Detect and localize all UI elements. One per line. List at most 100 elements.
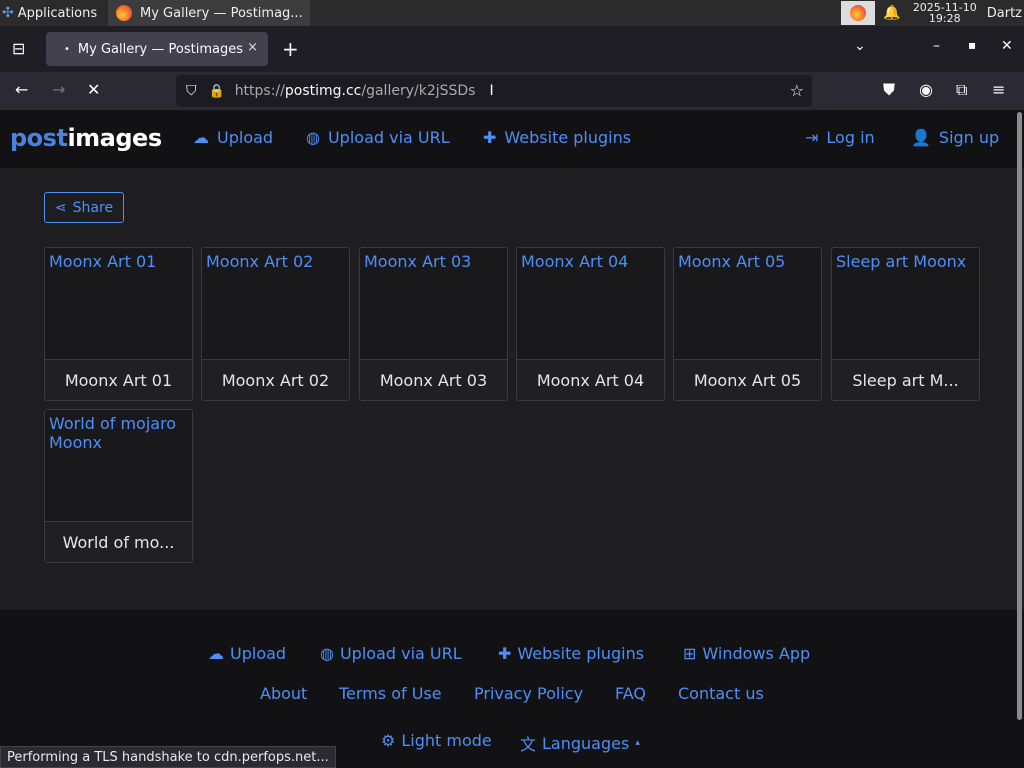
user-name[interactable]: Dartz <box>987 6 1024 21</box>
bell-icon[interactable]: 🔔 <box>883 5 900 21</box>
caret-up-icon: ▴ <box>635 738 640 748</box>
nav-upload-label: Upload <box>217 128 274 147</box>
gallery-card[interactable]: Moonx Art 05 Moonx Art 05 <box>673 247 822 401</box>
stop-loading-icon[interactable]: ✕ <box>87 80 100 99</box>
logo-images: images <box>67 124 162 152</box>
window-title: My Gallery — Postimag... <box>140 5 303 21</box>
back-arrow-icon[interactable]: ← <box>15 80 28 99</box>
logo-post: post <box>10 124 68 152</box>
tab-overview-icon[interactable]: ⊟ <box>12 39 25 58</box>
applications-menu[interactable]: ✣ Applications <box>0 0 97 26</box>
gear-icon: ⚙ <box>381 731 396 750</box>
nav-signup[interactable]: 👤 Sign up <box>911 128 999 147</box>
footer-terms[interactable]: Terms of Use <box>339 684 442 703</box>
footer-contact[interactable]: Contact us <box>678 684 764 703</box>
browser-tab-strip: ⊟ • My Gallery — Postimages × + ⌄ – ▪ ✕ <box>0 26 1024 72</box>
image-thumbnail[interactable]: Moonx Art 05 <box>674 248 821 359</box>
nav-upload[interactable]: ☁ Upload <box>193 128 273 147</box>
extensions-icon[interactable]: ⧉ <box>956 80 967 100</box>
gallery-card[interactable]: Moonx Art 04 Moonx Art 04 <box>516 247 665 401</box>
tab-close-icon[interactable]: × <box>247 40 258 55</box>
image-thumbnail[interactable]: Moonx Art 02 <box>202 248 349 359</box>
image-caption[interactable]: World of mo... <box>45 521 192 562</box>
clock[interactable]: 2025-11-10 19:28 <box>913 2 977 24</box>
apps-icon: ✣ <box>2 5 14 21</box>
footer-upload-url-label: Upload via URL <box>339 644 462 663</box>
user-icon: 👤 <box>911 128 931 147</box>
tab-title: My Gallery — Postimages <box>77 41 243 57</box>
share-button[interactable]: ⋖ Share <box>44 192 124 223</box>
cloud-upload-icon: ☁ <box>193 128 209 147</box>
footer-plugins[interactable]: ✚ Website plugins <box>498 644 644 663</box>
image-caption[interactable]: Moonx Art 02 <box>202 359 349 400</box>
tab-list-chevron-icon[interactable]: ⌄ <box>854 38 866 54</box>
site-footer: ☁ Upload ◍ Upload via URL ✚ Website plug… <box>0 610 1024 768</box>
nav-login[interactable]: ⇥ Log in <box>805 128 875 147</box>
footer-about[interactable]: About <box>260 684 307 703</box>
footer-faq[interactable]: FAQ <box>615 684 646 703</box>
footer-plugins-label: Website plugins <box>517 644 645 663</box>
image-caption[interactable]: Moonx Art 01 <box>45 359 192 400</box>
site-logo[interactable]: postimages <box>10 124 162 152</box>
gallery-card[interactable]: Moonx Art 01 Moonx Art 01 <box>44 247 193 401</box>
footer-languages[interactable]: 文 Languages ▴ <box>520 731 640 755</box>
system-tray: 🔔 2025-11-10 19:28 Dartz <box>841 0 1024 26</box>
image-thumbnail[interactable]: World of mojaro Moonx <box>45 410 192 521</box>
gallery-card[interactable]: Sleep art Moonx Sleep art M... <box>831 247 980 401</box>
page-scrollbar[interactable] <box>1017 112 1022 720</box>
footer-windows-app[interactable]: ⊞ Windows App <box>683 644 810 663</box>
footer-languages-label: Languages <box>542 733 630 753</box>
bookmark-star-icon[interactable]: ☆ <box>790 81 804 100</box>
new-tab-icon[interactable]: + <box>282 37 299 61</box>
os-taskbar: ✣ Applications My Gallery — Postimag... … <box>0 0 1024 26</box>
taskbar-window-button[interactable]: My Gallery — Postimag... <box>108 0 310 26</box>
image-caption[interactable]: Moonx Art 04 <box>517 359 664 400</box>
image-thumbnail[interactable]: Moonx Art 03 <box>360 248 507 359</box>
puzzle-icon: ✚ <box>483 128 497 147</box>
share-label: Share <box>72 199 114 216</box>
footer-windows-app-label: Windows App <box>702 644 811 663</box>
footer-light-mode[interactable]: ⚙ Light mode <box>381 731 492 750</box>
nav-plugins[interactable]: ✚ Website plugins <box>483 128 631 147</box>
image-caption[interactable]: Sleep art M... <box>832 359 979 400</box>
image-thumbnail[interactable]: Sleep art Moonx <box>832 248 979 359</box>
share-icon: ⋖ <box>54 199 67 216</box>
minimize-icon[interactable]: – <box>933 38 940 54</box>
browser-tab[interactable]: • My Gallery — Postimages × <box>46 32 268 66</box>
windows-icon: ⊞ <box>683 644 697 663</box>
url-path: /gallery/k2jSSDs <box>361 83 476 99</box>
footer-upload-url[interactable]: ◍ Upload via URL <box>320 644 462 663</box>
nav-signup-label: Sign up <box>938 128 1000 147</box>
browser-status-bar: Performing a TLS handshake to cdn.perfop… <box>0 746 336 768</box>
tracking-shield-icon[interactable]: ⛉ <box>186 83 197 99</box>
text-cursor-icon: I <box>489 83 494 99</box>
url-text[interactable]: https://postimg.cc/gallery/k2jSSDs <box>235 83 476 99</box>
tray-firefox-icon[interactable] <box>841 1 876 25</box>
url-domain: postimg.cc <box>284 83 362 99</box>
nav-upload-url[interactable]: ◍ Upload via URL <box>306 128 450 147</box>
footer-privacy[interactable]: Privacy Policy <box>474 684 583 703</box>
footer-upload[interactable]: ☁ Upload <box>208 644 286 663</box>
image-caption[interactable]: Moonx Art 03 <box>360 359 507 400</box>
menu-icon[interactable]: ≡ <box>992 80 1005 99</box>
translate-icon: 文 <box>520 735 537 754</box>
image-caption[interactable]: Moonx Art 05 <box>674 359 821 400</box>
close-window-icon[interactable]: ✕ <box>1001 38 1013 54</box>
browser-nav-bar: ← → ✕ ⛉ 🔒 https://postimg.cc/gallery/k2j… <box>0 72 1024 110</box>
firefox-icon <box>116 5 132 21</box>
pocket-icon[interactable]: ⛊ <box>883 80 895 100</box>
gallery-card[interactable]: World of mojaro Moonx World of mo... <box>44 409 193 563</box>
image-thumbnail[interactable]: Moonx Art 01 <box>45 248 192 359</box>
lock-icon[interactable]: 🔒 <box>209 84 225 99</box>
account-icon[interactable]: ◉ <box>919 80 933 99</box>
cloud-upload-icon: ☁ <box>208 644 224 663</box>
forward-arrow-icon: → <box>52 80 66 99</box>
gallery-card[interactable]: Moonx Art 03 Moonx Art 03 <box>359 247 508 401</box>
nav-plugins-label: Website plugins <box>504 128 632 147</box>
web-page: postimages ☁ Upload ◍ Upload via URL ✚ W… <box>0 110 1024 768</box>
image-thumbnail[interactable]: Moonx Art 04 <box>517 248 664 359</box>
url-bar[interactable]: ⛉ 🔒 https://postimg.cc/gallery/k2jSSDs I… <box>176 75 812 107</box>
gallery-card[interactable]: Moonx Art 02 Moonx Art 02 <box>201 247 350 401</box>
puzzle-icon: ✚ <box>498 644 512 663</box>
maximize-icon[interactable]: ▪ <box>968 38 976 52</box>
